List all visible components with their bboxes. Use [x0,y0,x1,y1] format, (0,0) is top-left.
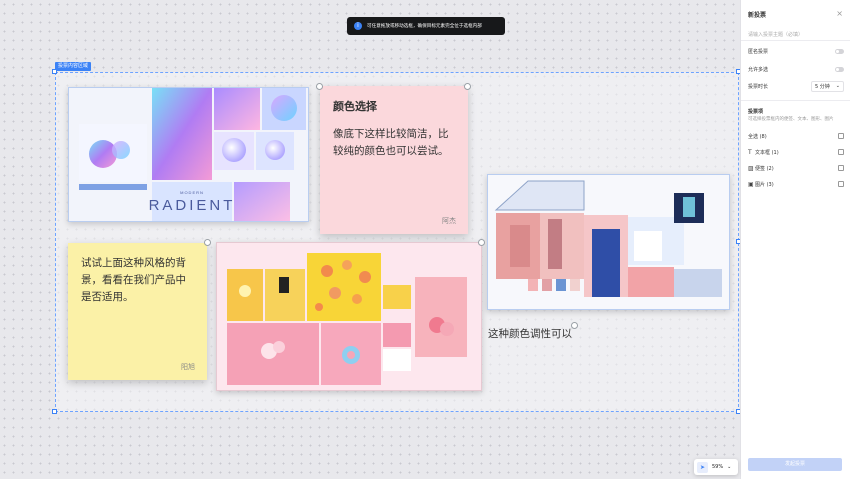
frame-handle-tl[interactable] [52,69,57,74]
option-label: 便签 (2) [755,165,774,172]
start-vote-button[interactable]: 发起投票 [748,458,842,471]
sticky-note-icon: ▨ [748,164,754,172]
vote-panel: 新投票 × 请输入投票主题（必填） 匿名投票 允许多选 投票时长 5 分钟 ⌄ … [740,0,850,479]
anonymous-label: 匿名投票 [748,48,769,55]
sticky-note-background-style[interactable]: 试试上面这种风格的背景，看看在我们产品中是否适用。 阳旭 [68,243,207,380]
toast: i 可任意拖放或移动选框，确保目标元素完全位于选框内部 [347,17,505,35]
zoom-value[interactable]: 59% [712,464,723,470]
chevron-down-icon[interactable]: ⌄ [727,464,731,470]
option-sticky[interactable]: ▨便签 (2) [748,163,844,173]
note-body: 试试上面这种风格的背景，看看在我们产品中是否适用。 [81,257,186,303]
chevron-down-icon: ⌄ [835,83,840,89]
panel-title: 新投票 [748,12,767,19]
pink-yellow-moodboard-image[interactable] [216,242,482,391]
frame-tag: 投票内容区域 [55,62,92,71]
gradient-moodboard-image[interactable]: RADIENT MODERN [68,87,309,222]
multiple-toggle[interactable] [835,66,844,72]
modern-text: MODERN [180,190,204,195]
toast-text: 可任意拖放或移动选框，确保目标元素完全位于选框内部 [367,24,482,29]
architecture-art [488,175,729,309]
duration-row: 投票时长 5 分钟 ⌄ [748,80,844,92]
section-title: 投票项 [748,109,764,115]
text-handle[interactable] [571,322,578,329]
duration-value: 5 分钟 [815,83,830,90]
canvas-text-box[interactable]: 这种颜色调性可以 [488,326,572,341]
note-author: 阳旭 [181,363,195,371]
checkbox[interactable] [838,149,844,155]
image-icon: ▣ [748,180,754,188]
note-author: 阿杰 [442,217,456,225]
pink-yellow-art [217,243,481,390]
divider [741,40,850,41]
info-icon: i [354,22,362,30]
anonymous-toggle[interactable] [835,48,844,54]
duration-select[interactable]: 5 分钟 ⌄ [811,80,844,92]
image-handle[interactable] [478,239,485,246]
text-icon: T [748,148,752,156]
zoom-control: ➤ 59% ⌄ [694,459,738,475]
checkbox[interactable] [838,181,844,187]
note-title: 颜色选择 [333,100,377,113]
frame-handle-bl[interactable] [52,409,57,414]
duration-label: 投票时长 [748,83,769,90]
sticky-note-color-choice[interactable]: 颜色选择 像底下这样比较简洁，比较纯的颜色也可以尝试。 阿杰 [320,86,468,234]
option-select-all[interactable]: 全选 (8) [748,131,844,141]
section-hint: 可选择投票框内的便签、文本、图形、图片 [748,117,834,122]
cursor-icon[interactable]: ➤ [697,461,708,473]
multiple-row: 允许多选 [748,64,844,74]
divider [741,100,850,101]
note-handle[interactable] [464,83,471,90]
option-image[interactable]: ▣图片 (3) [748,179,844,189]
option-label: 全选 (8) [748,133,767,140]
radient-text: RADIENT [149,197,236,214]
anonymous-row: 匿名投票 [748,46,844,56]
architecture-moodboard-image[interactable] [487,174,730,310]
option-label: 图片 (3) [755,181,774,188]
note-handle[interactable] [204,239,211,246]
gradient-moodboard-art: RADIENT MODERN [69,88,308,221]
note-handle[interactable] [316,83,323,90]
checkbox[interactable] [838,165,844,171]
multiple-label: 允许多选 [748,66,769,73]
option-textbox[interactable]: T 文本框 (1) [748,147,844,157]
vote-topic-input[interactable]: 请输入投票主题（必填） [748,31,803,38]
checkbox[interactable] [838,133,844,139]
note-body: 像底下这样比较简洁，比较纯的颜色也可以尝试。 [333,128,449,157]
option-label: 文本框 (1) [755,149,779,156]
close-icon[interactable]: × [836,9,843,18]
